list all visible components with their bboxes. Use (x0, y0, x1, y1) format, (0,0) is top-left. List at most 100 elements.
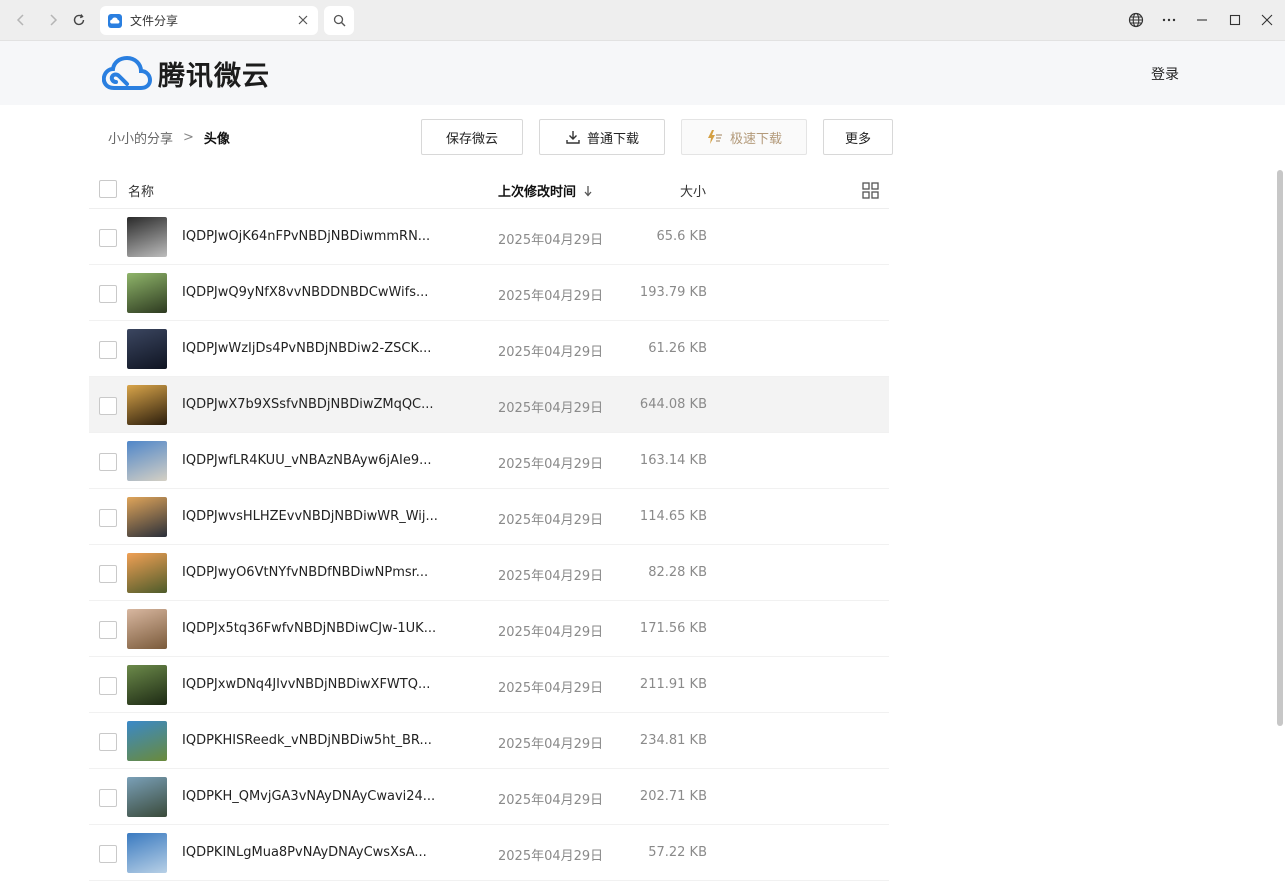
file-row-checkbox[interactable] (99, 565, 117, 583)
file-size: 202.71 KB (639, 789, 707, 804)
file-row[interactable]: IQDPJwQ9yNfX8vvNBDDNBDCwWifs... 2025年04月2… (89, 265, 889, 321)
column-date-label: 上次修改时间 (498, 185, 577, 200)
file-thumbnail[interactable] (127, 497, 167, 537)
file-thumbnail[interactable] (127, 609, 167, 649)
file-name[interactable]: IQDPJx5tq36FwfvNBDjNBDiwCJw-1UK... (182, 621, 436, 636)
file-size: 65.6 KB (656, 229, 707, 244)
file-row-checkbox[interactable] (99, 509, 117, 527)
file-modified-date: 2025年04月29日 (498, 233, 604, 248)
file-row[interactable]: IQDPJwfLR4KUU_vNBAzNBAyw6jAIe9... 2025年04… (89, 433, 889, 489)
logo-text: 腾讯微云 (158, 61, 270, 92)
back-button[interactable] (10, 9, 32, 31)
file-size: 114.65 KB (639, 509, 707, 524)
file-row[interactable]: IQDPJwyO6VtNYfvNBDfNBDiwNPmsr... 2025年04月… (89, 545, 889, 601)
file-row-checkbox[interactable] (99, 789, 117, 807)
file-thumbnail[interactable] (127, 777, 167, 817)
file-row-checkbox[interactable] (99, 621, 117, 639)
file-modified-date: 2025年04月29日 (498, 625, 604, 640)
file-thumbnail[interactable] (127, 329, 167, 369)
file-name[interactable]: IQDPJwWzIjDs4PvNBDjNBDiw2-ZSCK... (182, 341, 431, 356)
save-to-weiyun-button[interactable]: 保存微云 (421, 119, 523, 155)
more-options-button[interactable] (1158, 9, 1180, 31)
tab-search-button[interactable] (324, 6, 354, 35)
file-name[interactable]: IQDPJwOjK64nFPvNBDjNBDiwmmRN... (182, 229, 430, 244)
file-name[interactable]: IQDPJwfLR4KUU_vNBAzNBAyw6jAIe9... (182, 453, 432, 468)
lightning-icon (707, 130, 722, 144)
vertical-scrollbar[interactable] (1277, 170, 1283, 726)
grid-view-toggle[interactable] (862, 182, 879, 203)
breadcrumb-parent-link[interactable]: 小小的分享 (108, 128, 173, 147)
file-size: 644.08 KB (639, 397, 707, 412)
file-thumbnail[interactable] (127, 665, 167, 705)
column-date-header[interactable]: 上次修改时间 (498, 181, 593, 200)
fast-download-button[interactable]: 极速下载 (681, 119, 807, 155)
file-row-checkbox[interactable] (99, 341, 117, 359)
file-thumbnail[interactable] (127, 217, 167, 257)
file-size: 171.56 KB (639, 621, 707, 636)
file-row-checkbox[interactable] (99, 677, 117, 695)
file-name[interactable]: IQDPJwyO6VtNYfvNBDfNBDiwNPmsr... (182, 565, 428, 580)
file-modified-date: 2025年04月29日 (498, 793, 604, 808)
file-modified-date: 2025年04月29日 (498, 737, 604, 752)
file-thumbnail[interactable] (127, 273, 167, 313)
forward-button[interactable] (42, 9, 64, 31)
file-modified-date: 2025年04月29日 (498, 849, 604, 864)
globe-button[interactable] (1125, 9, 1147, 31)
file-size: 61.26 KB (648, 341, 707, 356)
reload-button[interactable] (68, 9, 90, 31)
file-thumbnail[interactable] (127, 553, 167, 593)
file-thumbnail[interactable] (127, 385, 167, 425)
tab-close-button[interactable] (296, 13, 310, 27)
browser-tab[interactable]: 文件分享 (100, 6, 318, 35)
file-modified-date: 2025年04月29日 (498, 401, 604, 416)
file-row-checkbox[interactable] (99, 453, 117, 471)
weiyun-logo[interactable]: 腾讯微云 (102, 54, 270, 93)
file-row-checkbox[interactable] (99, 285, 117, 303)
tab-title: 文件分享 (130, 14, 179, 28)
more-button[interactable]: 更多 (823, 119, 893, 155)
maximize-button[interactable] (1224, 9, 1246, 31)
file-row[interactable]: IQDPJwvsHLHZEvvNBDjNBDiwWR_Wij... 2025年04… (89, 489, 889, 545)
file-row-checkbox[interactable] (99, 229, 117, 247)
sort-down-arrow-icon (584, 186, 592, 197)
close-window-button[interactable] (1256, 9, 1278, 31)
login-link[interactable]: 登录 (1151, 64, 1179, 84)
file-name[interactable]: IQDPKH_QMvjGA3vNAyDNAyCwavi24... (182, 789, 435, 804)
file-name[interactable]: IQDPKINLgMua8PvNAyDNAyCwsXsA... (182, 845, 427, 860)
file-row[interactable]: IQDPKHISReedk_vNBDjNBDiw5ht_BR... 2025年04… (89, 713, 889, 769)
file-row-checkbox[interactable] (99, 397, 117, 415)
file-size: 211.91 KB (639, 677, 707, 692)
file-thumbnail[interactable] (127, 721, 167, 761)
file-row[interactable]: IQDPKINLgMua8PvNAyDNAyCwsXsA... 2025年04月2… (89, 825, 889, 881)
file-row[interactable]: IQDPJxwDNq4JIvvNBDjNBDiwXFWTQ... 2025年04月… (89, 657, 889, 713)
close-window-icon (1261, 14, 1273, 26)
file-modified-date: 2025年04月29日 (498, 289, 604, 304)
site-header: 腾讯微云 登录 (0, 41, 1285, 105)
file-row-checkbox[interactable] (99, 733, 117, 751)
file-name[interactable]: IQDPKHISReedk_vNBDjNBDiw5ht_BR... (182, 733, 432, 748)
file-row[interactable]: IQDPJwX7b9XSsfvNBDjNBDiwZMqQC... 2025年04月… (89, 377, 889, 433)
file-thumbnail[interactable] (127, 833, 167, 873)
file-thumbnail[interactable] (127, 441, 167, 481)
cloud-logo-icon (102, 55, 152, 90)
column-size-header[interactable]: 大小 (680, 181, 706, 200)
breadcrumb-separator: > (183, 130, 194, 145)
minimize-button[interactable] (1191, 9, 1213, 31)
file-row[interactable]: IQDPKH_QMvjGA3vNAyDNAyCwavi24... 2025年04月… (89, 769, 889, 825)
file-name[interactable]: IQDPJxwDNq4JIvvNBDjNBDiwXFWTQ... (182, 677, 430, 692)
file-name[interactable]: IQDPJwX7b9XSsfvNBDjNBDiwZMqQC... (182, 397, 434, 412)
select-all-checkbox[interactable] (99, 180, 117, 198)
file-row[interactable]: IQDPJx5tq36FwfvNBDjNBDiwCJw-1UK... 2025年0… (89, 601, 889, 657)
file-name[interactable]: IQDPJwvsHLHZEvvNBDjNBDiwWR_Wij... (182, 509, 438, 524)
minimize-icon (1197, 19, 1207, 21)
file-row[interactable]: IQDPJwWzIjDs4PvNBDjNBDiw2-ZSCK... 2025年04… (89, 321, 889, 377)
file-name[interactable]: IQDPJwQ9yNfX8vvNBDDNBDCwWifs... (182, 285, 428, 300)
file-row[interactable]: IQDPJwOjK64nFPvNBDjNBDiwmmRN... 2025年04月2… (89, 209, 889, 265)
breadcrumb: 小小的分享 > 头像 (108, 128, 230, 147)
save-to-weiyun-label: 保存微云 (445, 131, 498, 147)
file-table-header: 名称 上次修改时间 大小 (89, 170, 889, 209)
normal-download-button[interactable]: 普通下载 (539, 119, 665, 155)
column-name-header[interactable]: 名称 (128, 181, 154, 200)
back-arrow-icon (16, 14, 24, 26)
file-row-checkbox[interactable] (99, 845, 117, 863)
